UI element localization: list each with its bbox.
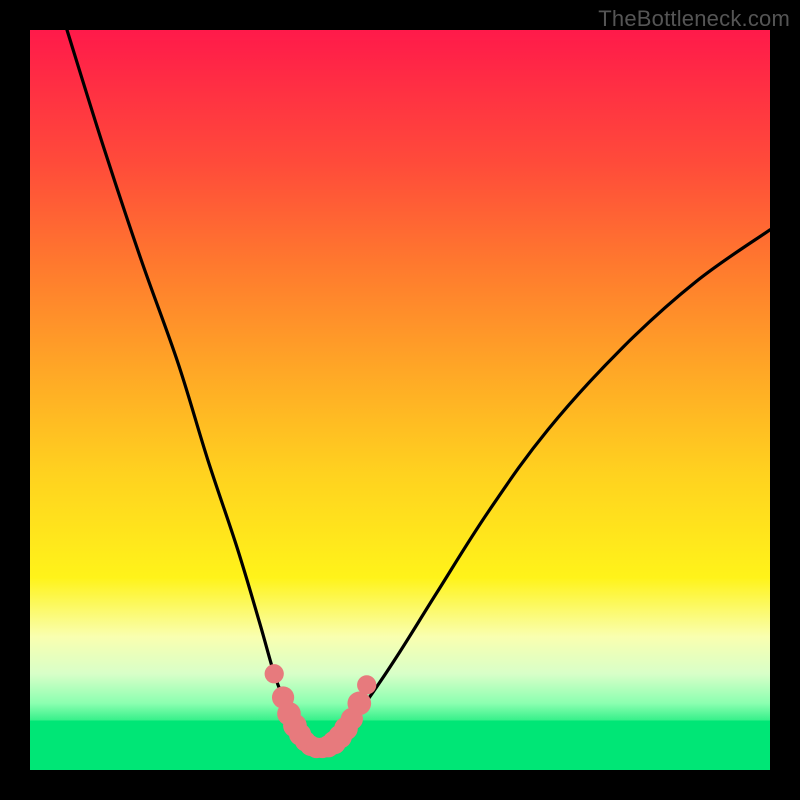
series-left-curve <box>67 30 310 746</box>
marker-point <box>265 664 284 683</box>
curve-layer <box>67 30 770 748</box>
plot-area <box>30 30 770 770</box>
marker-layer <box>265 664 377 758</box>
marker-point <box>347 692 371 716</box>
marker-point <box>357 675 376 694</box>
series-right-curve <box>326 230 770 747</box>
chart-svg <box>30 30 770 770</box>
chart-frame: TheBottleneck.com <box>0 0 800 800</box>
watermark-text: TheBottleneck.com <box>598 6 790 32</box>
